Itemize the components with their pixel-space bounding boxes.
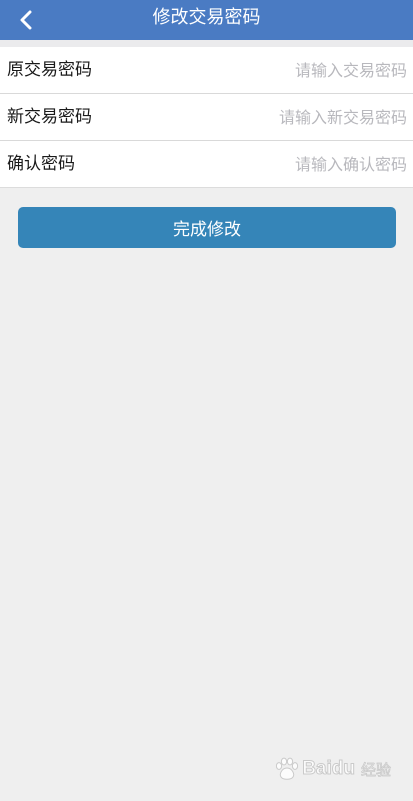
old-password-label: 原交易密码 — [7, 60, 92, 80]
paw-logo-icon — [276, 757, 299, 780]
new-password-input[interactable] — [187, 103, 407, 131]
new-password-label: 新交易密码 — [7, 107, 92, 127]
header-divider — [0, 40, 413, 47]
confirm-password-input[interactable] — [187, 150, 407, 178]
watermark-brand: Baidu — [302, 758, 356, 780]
confirm-password-row: 确认密码 — [0, 141, 413, 188]
baidu-jingyan-watermark: Baidu 经验 — [274, 757, 391, 781]
page-title: 修改交易密码 — [152, 7, 261, 28]
new-password-row: 新交易密码 — [0, 94, 413, 141]
submit-button[interactable]: 完成修改 — [18, 207, 396, 248]
nav-bar: 修改交易密码 — [0, 0, 413, 40]
password-form: 原交易密码 新交易密码 确认密码 — [0, 47, 413, 188]
old-password-input[interactable] — [187, 56, 407, 84]
watermark-suffix: 经验 — [360, 760, 392, 779]
confirm-password-label: 确认密码 — [7, 154, 75, 174]
old-password-row: 原交易密码 — [0, 47, 413, 94]
